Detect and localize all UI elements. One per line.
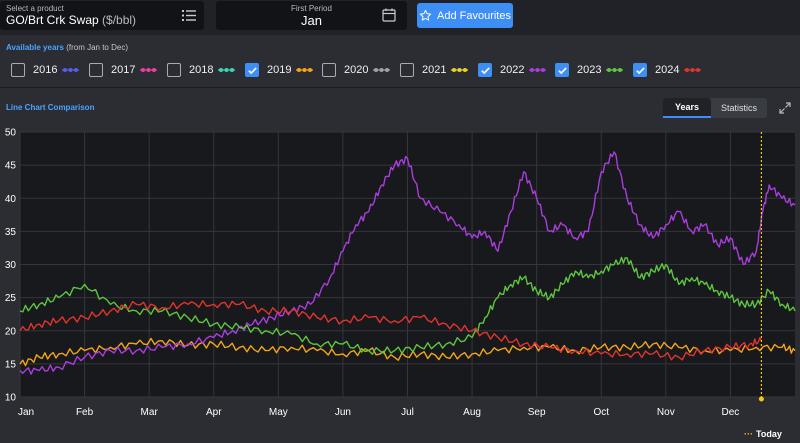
available-years-title: Available years (from Jan to Dec) [6,43,128,52]
today-legend: ··· Today [744,429,782,439]
legend-marker-2017 [140,68,158,72]
x-tick-label: Aug [463,407,481,418]
chart-view-tabs: Years Statistics [663,98,767,118]
add-favourites-label: Add Favourites [437,9,511,22]
x-tick-label: Jan [18,407,34,418]
available-years-subtitle: (from Jan to Dec) [66,43,128,52]
chart-title: Line Chart Comparison [6,103,95,112]
year-label: 2019 [267,64,292,76]
x-tick-label: Feb [76,407,94,418]
product-unit: ($/bbl) [102,13,137,27]
year-toggle-2020[interactable]: 2020 [322,61,391,79]
product-select[interactable]: Select a product GO/Brt Crk Swap ($/bbl) [0,1,204,30]
year-checkbox-2018[interactable] [167,63,181,77]
y-tick-label: 45 [5,161,17,172]
top-toolbar: Select a product GO/Brt Crk Swap ($/bbl)… [0,0,800,35]
first-period-select[interactable]: First Period Jan [216,1,407,30]
list-icon[interactable] [182,9,196,22]
tab-years[interactable]: Years [663,98,711,118]
checkmark-icon [557,66,567,74]
tab-statistics[interactable]: Statistics [711,98,767,118]
x-tick-label: Sep [528,407,546,418]
y-tick-label: 40 [5,194,17,205]
legend-marker-2018 [218,68,236,72]
line-chart: 10 15 20 25 30 35 40 45 50 Jan Feb Mar Apr May Jun Jul… [5,128,796,418]
year-label: 2022 [500,64,525,76]
year-toggle-2018[interactable]: 2018 [167,61,236,79]
section-divider [0,87,800,88]
x-tick-label: Dec [722,407,740,418]
product-select-label: Select a product [6,4,64,13]
checkmark-icon [247,66,257,74]
x-tick-label: Oct [593,407,609,418]
x-axis-ticks: Jan Feb Mar Apr May Jun Jul Aug Sep Oct Nov Dec [18,407,739,418]
year-checkbox-2023[interactable] [555,63,569,77]
expand-icon[interactable] [779,102,791,114]
legend-marker-2020 [373,68,391,72]
today-point [758,396,764,402]
legend-marker-2022 [529,68,547,72]
year-label: 2020 [344,64,369,76]
today-legend-label: Today [756,429,782,439]
y-tick-label: 50 [5,128,17,139]
year-checkbox-2022[interactable] [478,63,492,77]
x-tick-label: Apr [206,407,222,418]
year-checkbox-2020[interactable] [322,63,336,77]
year-toggle-2021[interactable]: 2021 [400,61,469,79]
product-select-value: GO/Brt Crk Swap ($/bbl) [6,13,136,27]
year-label: 2018 [189,64,214,76]
available-years-heading: Available years [6,43,64,52]
year-checkbox-2017[interactable] [89,63,103,77]
year-label: 2024 [655,64,680,76]
year-checkbox-2024[interactable] [633,63,647,77]
legend-marker-2021 [451,68,469,72]
calendar-icon[interactable] [382,8,396,22]
x-tick-label: Jun [335,407,351,418]
year-checkbox-2019[interactable] [245,63,259,77]
y-tick-label: 20 [5,326,17,337]
year-label: 2021 [422,64,447,76]
y-tick-label: 35 [5,227,17,238]
first-period-value: Jan [301,13,322,28]
add-favourites-button[interactable]: Add Favourites [417,3,513,28]
today-legend-marker: ··· [744,429,753,439]
y-tick-label: 25 [5,293,17,304]
y-tick-label: 15 [5,359,17,370]
legend-marker-2023 [606,68,624,72]
legend-marker-2019 [296,68,314,72]
checkmark-icon [480,66,490,74]
year-toggle-2017[interactable]: 2017 [89,61,158,79]
x-tick-label: Jul [401,407,414,418]
y-tick-label: 10 [5,393,17,404]
year-toggle-2023[interactable]: 2023 [555,61,624,79]
x-tick-label: May [269,407,288,418]
year-label: 2023 [577,64,602,76]
legend-marker-2024 [684,68,702,72]
year-checkbox-2016[interactable] [11,63,25,77]
checkmark-icon [635,66,645,74]
first-period-label: First Period [291,4,332,13]
year-checkbox-2021[interactable] [400,63,414,77]
y-tick-label: 30 [5,260,17,271]
year-toggle-2022[interactable]: 2022 [478,61,547,79]
x-tick-label: Mar [141,407,159,418]
x-tick-label: Nov [657,407,675,418]
product-name: GO/Brt Crk Swap [6,13,99,27]
year-toggle-2019[interactable]: 2019 [245,61,314,79]
year-toggle-2016[interactable]: 2016 [11,61,80,79]
y-axis-ticks: 10 15 20 25 30 35 40 45 50 [5,128,17,404]
year-label: 2016 [33,64,58,76]
year-toggle-2024[interactable]: 2024 [633,61,702,79]
star-icon [419,9,432,21]
year-label: 2017 [111,64,136,76]
legend-marker-2016 [62,68,80,72]
